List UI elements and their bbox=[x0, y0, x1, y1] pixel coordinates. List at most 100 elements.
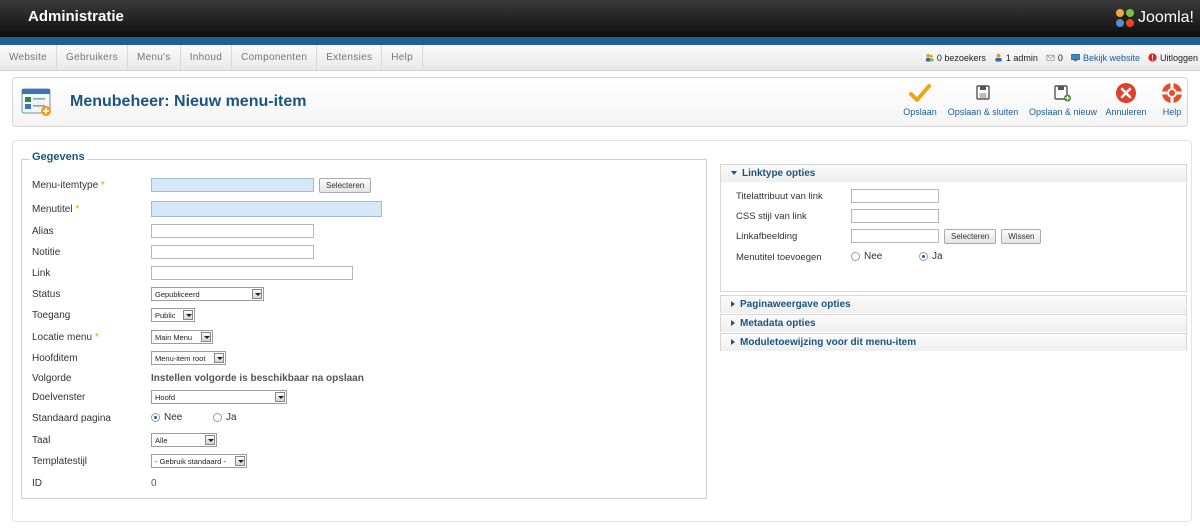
cancel-button[interactable]: Annuleren bbox=[1103, 81, 1149, 117]
panel-metadata-header[interactable]: Metadata opties bbox=[721, 315, 1186, 332]
link-image-label: Linkafbeelding bbox=[736, 230, 798, 242]
template-label: Templatestijl bbox=[32, 455, 88, 467]
link-css-input[interactable] bbox=[851, 209, 939, 223]
status-select[interactable]: Gepubliceerd bbox=[151, 287, 264, 301]
menu-item-type-input[interactable] bbox=[151, 178, 314, 192]
menu-item-extensions[interactable]: Extensies bbox=[317, 45, 383, 70]
triangle-right-icon bbox=[731, 301, 735, 308]
menu-item-content[interactable]: Inhoud bbox=[181, 45, 233, 70]
menu-title-input[interactable] bbox=[151, 201, 382, 217]
logout-link[interactable]: Uitloggen bbox=[1148, 53, 1198, 63]
template-select[interactable]: - Gebruik standaard - bbox=[151, 454, 247, 468]
joomla-logo-icon bbox=[1115, 9, 1134, 27]
ordering-value: Instellen volgorde is beschikbaar na ops… bbox=[151, 372, 364, 384]
language-select[interactable]: Alle bbox=[151, 433, 217, 447]
panel-link-options-header[interactable]: Linktype opties bbox=[721, 165, 1186, 182]
save-close-label: Opslaan & sluiten bbox=[947, 107, 1019, 117]
toolbar: Menubeheer: Nieuw menu-item Opslaan Opsl… bbox=[12, 77, 1188, 127]
save-close-button[interactable]: Opslaan & sluiten bbox=[947, 81, 1019, 117]
triangle-down-icon bbox=[731, 171, 737, 176]
alias-label: Alias bbox=[32, 225, 54, 237]
users-icon bbox=[925, 53, 934, 62]
link-input[interactable] bbox=[151, 266, 353, 280]
link-image-clear-button[interactable]: Wissen bbox=[1001, 228, 1042, 244]
field-row-note: Notitie bbox=[32, 243, 314, 261]
admins-count: 1 admin bbox=[1005, 52, 1038, 63]
admin-user-icon bbox=[995, 53, 1002, 62]
main-menubar: Website Gebruikers Menu's Inhoud Compone… bbox=[0, 45, 1200, 71]
ordering-label: Volgorde bbox=[32, 372, 72, 384]
logout-label: Uitloggen bbox=[1159, 52, 1198, 63]
note-input[interactable] bbox=[151, 245, 314, 259]
chevron-down-icon bbox=[235, 456, 245, 466]
cancel-label: Annuleren bbox=[1105, 107, 1147, 117]
help-button[interactable]: Help bbox=[1159, 81, 1185, 117]
header-accent-line bbox=[0, 37, 1200, 45]
radio-add-title-yes[interactable] bbox=[919, 252, 928, 262]
field-row-template: Templatestijl - Gebruik standaard - bbox=[32, 452, 247, 470]
language-label: Taal bbox=[32, 434, 51, 446]
menu-item-website[interactable]: Website bbox=[0, 45, 58, 70]
panel-module-assignment[interactable]: Moduletoewijzing voor dit menu-item bbox=[720, 333, 1187, 351]
chevron-down-icon bbox=[201, 332, 211, 342]
checkmark-icon bbox=[909, 84, 931, 102]
add-title-option-yes[interactable]: Ja bbox=[919, 251, 943, 262]
save-new-label: Opslaan & nieuw bbox=[1029, 107, 1098, 117]
messages-status[interactable]: 0 bbox=[1046, 53, 1063, 63]
target-label: Doelvenster bbox=[32, 391, 86, 403]
panel-page-display[interactable]: Paginaweergave opties bbox=[720, 295, 1187, 313]
field-row-id: ID 0 bbox=[32, 474, 157, 492]
joomla-logo[interactable]: Joomla! bbox=[1114, 7, 1194, 29]
target-value: Hoofd bbox=[155, 392, 176, 402]
logout-icon bbox=[1148, 53, 1157, 62]
home-option-yes[interactable]: Ja bbox=[213, 412, 237, 423]
link-image-row: Linkafbeelding Selecteren Wissen bbox=[736, 228, 1042, 244]
triangle-right-icon bbox=[731, 320, 735, 327]
status-value: Gepubliceerd bbox=[155, 289, 200, 299]
access-select[interactable]: Public bbox=[151, 308, 195, 322]
menu-item-components[interactable]: Componenten bbox=[232, 45, 318, 70]
menu-location-select[interactable]: Main Menu bbox=[151, 330, 213, 344]
title-label: Menutitel * bbox=[32, 203, 80, 215]
menu-item-menus[interactable]: Menu's bbox=[128, 45, 181, 70]
view-site-link[interactable]: Bekijk website bbox=[1071, 53, 1140, 63]
save-new-icon bbox=[1054, 85, 1071, 102]
id-label: ID bbox=[32, 477, 42, 489]
type-label: Menu-itemtype * bbox=[32, 179, 105, 191]
chevron-down-icon bbox=[252, 289, 262, 299]
joomla-logo-text: Joomla! bbox=[1137, 9, 1194, 26]
panel-module-assignment-header[interactable]: Moduletoewijzing voor dit menu-item bbox=[721, 334, 1186, 351]
field-row-title: Menutitel * bbox=[32, 200, 382, 218]
link-image-input[interactable] bbox=[851, 229, 939, 243]
panel-page-display-header[interactable]: Paginaweergave opties bbox=[721, 296, 1186, 313]
menu-item-users[interactable]: Gebruikers bbox=[57, 45, 128, 70]
radio-add-title-no[interactable] bbox=[851, 252, 860, 262]
menu-location-label: Locatie menu * bbox=[32, 331, 99, 343]
field-row-parent: Hoofditem Menu-item root bbox=[32, 349, 226, 367]
save-button[interactable]: Opslaan bbox=[901, 81, 939, 117]
parent-value: Menu-item root bbox=[155, 353, 206, 363]
home-option-no[interactable]: Nee bbox=[151, 412, 213, 423]
select-type-button[interactable]: Selecteren bbox=[319, 177, 372, 193]
radio-home-yes[interactable] bbox=[213, 413, 222, 423]
menu-location-value: Main Menu bbox=[155, 332, 193, 342]
link-title-attr-input[interactable] bbox=[851, 189, 939, 203]
triangle-right-icon bbox=[731, 339, 735, 346]
chevron-down-icon bbox=[214, 353, 224, 363]
panel-metadata[interactable]: Metadata opties bbox=[720, 314, 1187, 332]
parent-select[interactable]: Menu-item root bbox=[151, 351, 226, 365]
save-new-button[interactable]: Opslaan & nieuw bbox=[1029, 81, 1098, 117]
messages-count: 0 bbox=[1057, 52, 1063, 63]
add-title-option-no[interactable]: Nee bbox=[851, 251, 919, 262]
alias-input[interactable] bbox=[151, 224, 314, 238]
link-image-select-button[interactable]: Selecteren bbox=[944, 228, 997, 244]
visitors-status: 0 bezoekers bbox=[925, 53, 986, 63]
save-close-icon bbox=[976, 85, 990, 100]
menu-item-help[interactable]: Help bbox=[382, 45, 424, 70]
radio-home-no[interactable] bbox=[151, 413, 160, 423]
add-title-row: Menutitel toevoegen Nee Ja bbox=[736, 249, 943, 265]
details-legend: Gegevens bbox=[30, 151, 87, 163]
target-select[interactable]: Hoofd bbox=[151, 390, 287, 404]
chevron-down-icon bbox=[205, 435, 215, 445]
field-row-access: Toegang Public bbox=[32, 306, 195, 324]
